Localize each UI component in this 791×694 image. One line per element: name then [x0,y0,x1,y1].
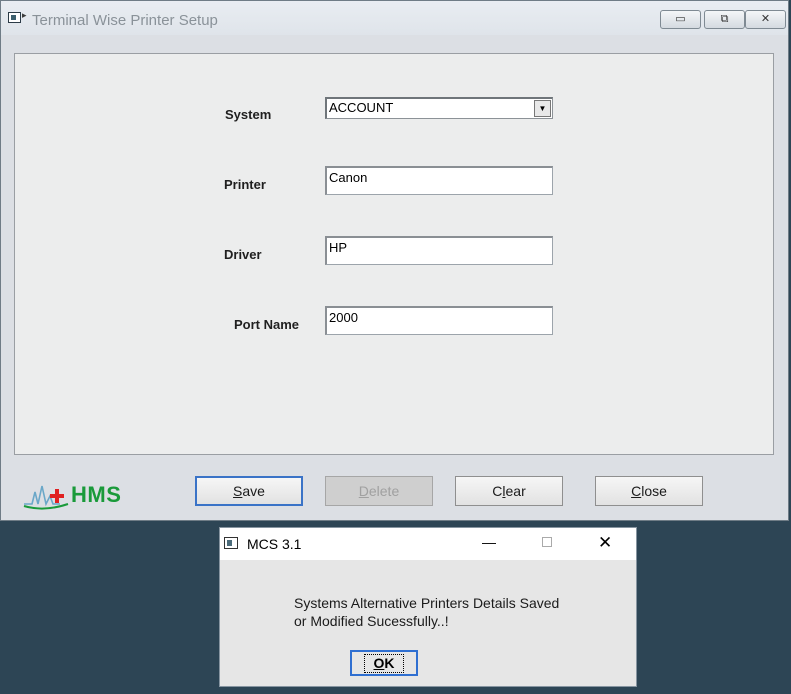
printer-input[interactable]: Canon [325,166,553,195]
port-name-label: Port Name [234,317,300,332]
driver-label: Driver [224,247,262,262]
save-label-rest: ave [242,483,265,499]
system-select[interactable]: ACCOUNT ▼ [325,97,553,119]
title-bar[interactable]: ▸ Terminal Wise Printer Setup ▭ ⧉ ✕ [1,1,788,35]
dialog-body: Systems Alternative Printers Details Sav… [220,560,636,686]
message-dialog: MCS 3.1 — ✕ Systems Alternative Printers… [219,527,637,687]
dialog-title-bar[interactable]: MCS 3.1 — ✕ [220,528,636,560]
dialog-close-button[interactable]: ✕ [598,533,612,553]
printer-label: Printer [224,177,266,192]
minimize-button[interactable]: ▭ [660,10,701,29]
clear-label-pre: C [492,483,503,499]
system-select-value: ACCOUNT [329,100,394,115]
main-window: ▸ Terminal Wise Printer Setup ▭ ⧉ ✕ Syst… [0,0,789,521]
close-window-button[interactable]: ✕ [745,10,786,29]
dialog-app-icon [224,537,238,549]
close-label-rest: lose [641,483,667,499]
driver-input[interactable]: HP [325,236,553,265]
ok-label: OK [364,654,404,673]
clear-label-rest: ear [505,483,526,499]
port-name-input[interactable]: 2000 [325,306,553,335]
dialog-minimize-button[interactable]: — [482,534,496,550]
ok-label-rest: K [384,655,395,671]
window-title: Terminal Wise Printer Setup [32,12,218,29]
hms-logo-text: HMS [71,482,122,507]
restore-button[interactable]: ⧉ [704,10,745,29]
delete-label-rest: elete [368,483,400,499]
clear-button[interactable]: Clear [455,476,563,506]
app-menu-arrow-icon: ▸ [22,10,27,20]
ok-button[interactable]: OK [350,650,418,676]
close-mnemonic: C [631,483,642,499]
system-label: System [225,107,272,122]
ok-mnemonic: O [373,655,385,671]
delete-button[interactable]: Delete [325,476,433,506]
save-button[interactable]: Save [195,476,303,506]
save-mnemonic: S [233,483,243,499]
delete-mnemonic: D [358,483,369,499]
app-icon [8,12,21,23]
dropdown-arrow-icon[interactable]: ▼ [534,100,551,117]
dialog-message: Systems Alternative Printers Details Sav… [294,595,560,629]
dialog-maximize-button[interactable] [542,537,552,547]
close-button[interactable]: Close [595,476,703,506]
dialog-title: MCS 3.1 [247,536,302,552]
